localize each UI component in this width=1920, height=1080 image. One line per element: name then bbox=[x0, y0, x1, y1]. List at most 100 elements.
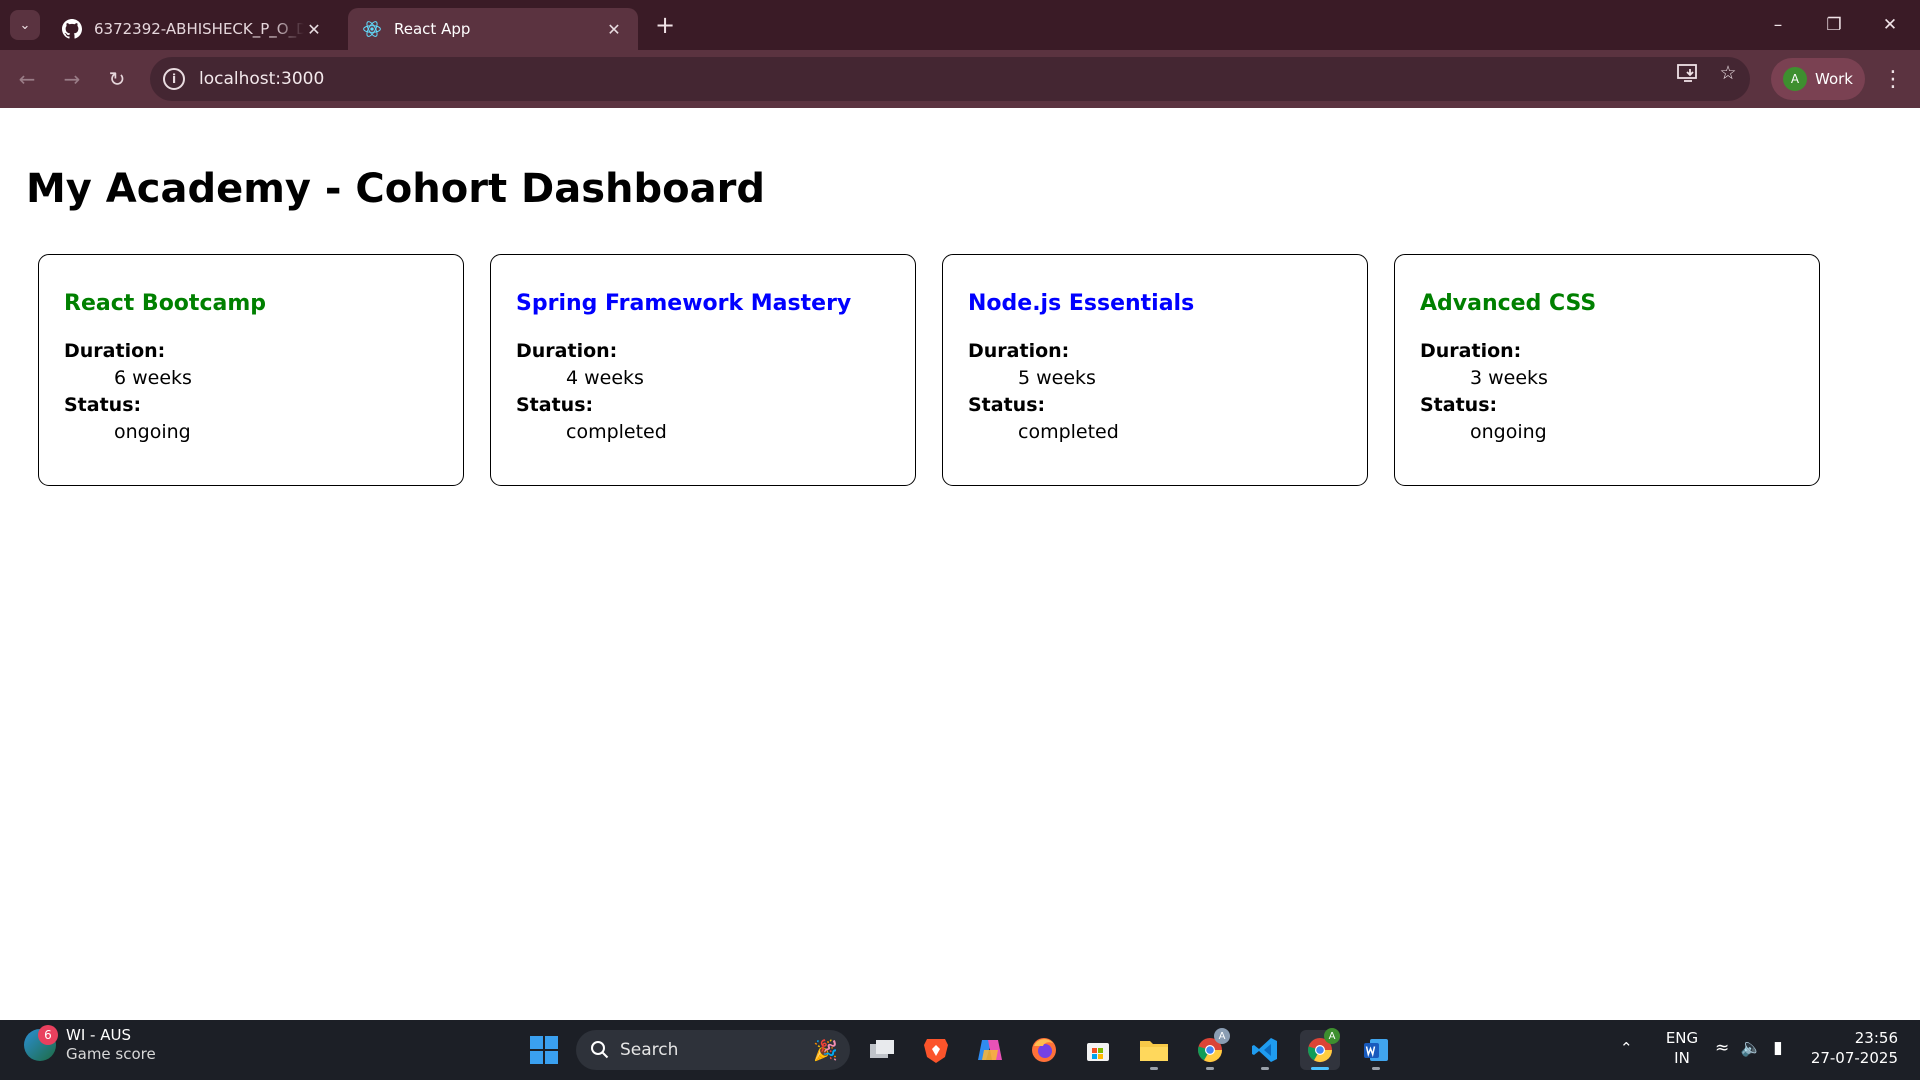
duration-label: Duration: bbox=[64, 340, 166, 362]
active-indicator bbox=[1311, 1067, 1329, 1070]
profile-badge: A bbox=[1214, 1028, 1230, 1044]
word-icon bbox=[1364, 1039, 1388, 1061]
store-button[interactable] bbox=[1078, 1030, 1118, 1070]
status-value: ongoing bbox=[1470, 421, 1547, 443]
minimize-button[interactable]: – bbox=[1750, 0, 1806, 50]
status-label: Status: bbox=[968, 394, 1046, 416]
reload-icon: ↻ bbox=[108, 67, 126, 91]
install-app-icon[interactable] bbox=[1675, 60, 1701, 86]
weather-widget[interactable]: 6 WI - AUS Game score bbox=[24, 1025, 156, 1064]
restore-button[interactable]: ❐ bbox=[1806, 0, 1862, 50]
duration-label: Duration: bbox=[1420, 340, 1522, 362]
search-icon bbox=[591, 1041, 609, 1059]
windows-icon bbox=[530, 1036, 558, 1064]
battery-icon: ▮ bbox=[1773, 1038, 1783, 1058]
search-label: Search bbox=[620, 1040, 679, 1060]
status-value: completed bbox=[566, 421, 667, 443]
github-icon bbox=[62, 19, 82, 39]
cohort-card: Node.js Essentials Duration: 5 weeks Sta… bbox=[942, 254, 1368, 486]
minimize-icon: – bbox=[1773, 15, 1783, 35]
react-icon bbox=[362, 19, 382, 39]
store-icon bbox=[1087, 1043, 1109, 1061]
tab-title: 6372392-ABHISHECK_P_O_DN- bbox=[94, 20, 304, 38]
reload-button[interactable]: ↻ bbox=[100, 62, 134, 96]
search-highlight-icon: 🎉 bbox=[813, 1038, 838, 1062]
chrome-work-button[interactable]: A bbox=[1300, 1028, 1340, 1070]
cohort-card: Spring Framework Mastery Duration: 4 wee… bbox=[490, 254, 916, 486]
vscode-button[interactable] bbox=[1245, 1030, 1285, 1070]
profile-badge: A bbox=[1324, 1028, 1340, 1044]
cohort-name: Spring Framework Mastery bbox=[516, 291, 852, 316]
address-bar[interactable]: i localhost:3000 bbox=[150, 57, 1750, 101]
profile-label: Work bbox=[1815, 70, 1853, 88]
duration-label: Duration: bbox=[968, 340, 1070, 362]
page-title: My Academy - Cohort Dashboard bbox=[26, 166, 765, 212]
chevron-up-icon: ⌃ bbox=[1620, 1039, 1633, 1057]
show-hidden-icons-button[interactable]: ⌃ bbox=[1620, 1038, 1633, 1058]
clock[interactable]: 23:56 27-07-2025 bbox=[1810, 1028, 1910, 1068]
cohort-name: Advanced CSS bbox=[1420, 291, 1597, 316]
browser-tabstrip: ⌄ 6372392-ABHISHECK_P_O_DN- ✕ React App … bbox=[0, 0, 1920, 50]
task-view-icon bbox=[870, 1040, 894, 1058]
tab-search-button[interactable]: ⌄ bbox=[10, 10, 40, 40]
forward-button[interactable]: → bbox=[55, 62, 89, 96]
chevron-down-icon: ⌄ bbox=[19, 17, 31, 33]
cohort-card: React Bootcamp Duration: 6 weeks Status:… bbox=[38, 254, 464, 486]
plus-icon: + bbox=[654, 11, 676, 39]
time-text: 23:56 bbox=[1854, 1029, 1898, 1047]
duration-value: 6 weeks bbox=[114, 367, 192, 389]
widget-title: WI - AUS bbox=[66, 1026, 131, 1044]
back-button[interactable]: ← bbox=[10, 62, 44, 96]
close-window-button[interactable]: ✕ bbox=[1862, 0, 1918, 50]
close-icon[interactable]: ✕ bbox=[604, 19, 624, 39]
more-vertical-icon: ⋮ bbox=[1882, 66, 1904, 92]
file-explorer-button[interactable] bbox=[1134, 1030, 1174, 1070]
firefox-icon bbox=[1032, 1038, 1056, 1062]
duration-value: 3 weeks bbox=[1470, 367, 1548, 389]
task-view-button[interactable] bbox=[862, 1030, 902, 1070]
tab-title: React App bbox=[394, 20, 471, 38]
language-indicator[interactable]: ENG IN bbox=[1665, 1028, 1699, 1068]
profile-button[interactable]: A Work bbox=[1771, 58, 1865, 100]
chrome-profile-button[interactable]: A bbox=[1190, 1028, 1230, 1070]
cohort-name: React Bootcamp bbox=[64, 291, 266, 316]
tab-react-app[interactable]: React App ✕ bbox=[348, 8, 638, 50]
start-button[interactable] bbox=[524, 1030, 564, 1070]
wifi-icon: ≈ bbox=[1715, 1038, 1730, 1058]
folder-icon bbox=[1140, 1041, 1168, 1061]
browser-menu-button[interactable]: ⋮ bbox=[1878, 62, 1908, 96]
arrow-right-icon: → bbox=[63, 67, 81, 91]
brave-button[interactable] bbox=[916, 1030, 956, 1070]
new-tab-button[interactable]: + bbox=[650, 10, 680, 40]
cricket-icon: 6 bbox=[24, 1025, 58, 1061]
duration-value: 5 weeks bbox=[1018, 367, 1096, 389]
cohort-name: Node.js Essentials bbox=[968, 291, 1195, 316]
vscode-icon bbox=[1252, 1038, 1277, 1062]
url-text[interactable]: localhost:3000 bbox=[199, 69, 324, 89]
cohort-list: React Bootcamp Duration: 6 weeks Status:… bbox=[38, 254, 1820, 486]
status-value: completed bbox=[1018, 421, 1119, 443]
firefox-button[interactable] bbox=[1024, 1030, 1064, 1070]
copilot-button[interactable] bbox=[970, 1030, 1010, 1070]
browser-toolbar: ← → ↻ i localhost:3000 ☆ A Work ⋮ bbox=[0, 50, 1920, 108]
site-info-icon[interactable]: i bbox=[163, 68, 185, 90]
status-label: Status: bbox=[64, 394, 142, 416]
notification-badge: 6 bbox=[38, 1025, 58, 1045]
duration-value: 4 weeks bbox=[566, 367, 644, 389]
cohort-card: Advanced CSS Duration: 3 weeks Status: o… bbox=[1394, 254, 1820, 486]
taskbar-search[interactable]: Search 🎉 bbox=[576, 1030, 850, 1070]
restore-icon: ❐ bbox=[1826, 15, 1842, 35]
status-value: ongoing bbox=[114, 421, 191, 443]
copilot-icon bbox=[978, 1040, 1002, 1060]
running-indicator bbox=[1206, 1067, 1214, 1070]
volume-icon: 🔈 bbox=[1740, 1038, 1762, 1058]
running-indicator bbox=[1372, 1067, 1380, 1070]
region-code: IN bbox=[1674, 1049, 1690, 1067]
word-button[interactable] bbox=[1356, 1030, 1396, 1070]
tab-github[interactable]: 6372392-ABHISHECK_P_O_DN- ✕ bbox=[48, 8, 338, 50]
bookmark-star-icon[interactable]: ☆ bbox=[1715, 60, 1741, 86]
quick-settings-button[interactable]: ≈ 🔈 ▮ bbox=[1715, 1038, 1783, 1058]
close-icon[interactable]: ✕ bbox=[304, 19, 324, 39]
date-text: 27-07-2025 bbox=[1810, 1049, 1898, 1067]
status-label: Status: bbox=[1420, 394, 1498, 416]
